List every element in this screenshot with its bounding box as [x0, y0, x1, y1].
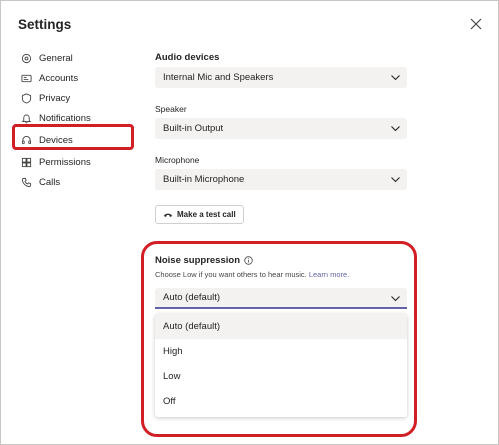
- microphone-label: Microphone: [155, 155, 200, 165]
- sidebar-item-permissions[interactable]: Permissions: [14, 152, 138, 172]
- speaker-dropdown[interactable]: Built-in Output: [155, 118, 407, 139]
- grid-icon: [20, 156, 32, 168]
- noise-suppression-heading: Noise suppression: [155, 255, 253, 266]
- noise-suppression-menu: Auto (default) High Low Off: [155, 314, 407, 417]
- noise-suppression-title: Noise suppression: [155, 255, 240, 266]
- chevron-down-icon: [390, 72, 401, 83]
- sidebar-item-notifications[interactable]: Notifications: [14, 108, 138, 128]
- sidebar-item-label: Permissions: [39, 156, 91, 168]
- speaker-value: Built-in Output: [163, 123, 224, 134]
- sidebar-item-devices[interactable]: Devices: [14, 130, 138, 150]
- sidebar-item-label: Accounts: [39, 72, 79, 84]
- menu-item-high[interactable]: High: [155, 339, 407, 364]
- menu-item-label: Low: [163, 371, 181, 382]
- sidebar-item-calls[interactable]: Calls: [14, 172, 138, 192]
- chevron-down-icon: [390, 174, 401, 185]
- sidebar-item-label: Calls: [39, 176, 61, 188]
- chevron-down-icon: [390, 123, 401, 134]
- phone-icon: [163, 210, 173, 220]
- sidebar-item-label: Privacy: [39, 92, 71, 104]
- microphone-dropdown[interactable]: Built-in Microphone: [155, 169, 407, 190]
- close-icon: [469, 17, 483, 31]
- info-icon[interactable]: [244, 256, 253, 265]
- shield-icon: [20, 92, 32, 104]
- sidebar-item-label: General: [39, 52, 73, 64]
- noise-suppression-selected: Auto (default): [163, 292, 221, 303]
- sidebar: General Accounts Privacy Notifications D…: [14, 48, 138, 192]
- make-test-call-button[interactable]: Make a test call: [155, 205, 244, 224]
- menu-item-low[interactable]: Low: [155, 364, 407, 389]
- sidebar-item-privacy[interactable]: Privacy: [14, 88, 138, 108]
- menu-item-label: High: [163, 346, 183, 357]
- menu-item-auto[interactable]: Auto (default): [155, 314, 407, 339]
- audio-device-dropdown[interactable]: Internal Mic and Speakers: [155, 67, 407, 88]
- sidebar-item-label: Devices: [39, 134, 73, 146]
- phone-icon: [20, 176, 32, 188]
- noise-suppression-description-text: Choose Low if you want others to hear mu…: [155, 270, 307, 279]
- sidebar-item-label: Notifications: [39, 112, 91, 124]
- sidebar-item-general[interactable]: General: [14, 48, 138, 68]
- close-button[interactable]: [469, 17, 483, 31]
- menu-item-label: Off: [163, 396, 176, 407]
- learn-more-link[interactable]: Learn more.: [309, 270, 349, 279]
- speaker-label: Speaker: [155, 104, 187, 114]
- audio-devices-heading: Audio devices: [155, 52, 220, 63]
- audio-device-value: Internal Mic and Speakers: [163, 72, 274, 83]
- gear-icon: [20, 52, 32, 64]
- menu-item-off[interactable]: Off: [155, 389, 407, 414]
- chevron-down-icon: [390, 293, 401, 304]
- id-card-icon: [20, 72, 32, 84]
- noise-suppression-description: Choose Low if you want others to hear mu…: [155, 270, 349, 279]
- sidebar-item-accounts[interactable]: Accounts: [14, 68, 138, 88]
- page-title: Settings: [18, 17, 72, 32]
- noise-suppression-dropdown[interactable]: Auto (default): [155, 288, 407, 309]
- make-test-call-label: Make a test call: [177, 210, 236, 219]
- menu-item-label: Auto (default): [163, 321, 221, 332]
- headset-icon: [20, 134, 32, 146]
- bell-icon: [20, 112, 32, 124]
- microphone-value: Built-in Microphone: [163, 174, 245, 185]
